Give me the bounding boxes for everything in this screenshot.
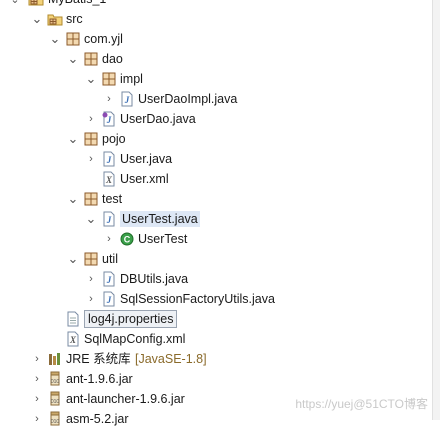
expand-chevron-icon[interactable]: › bbox=[84, 109, 98, 129]
package-icon bbox=[83, 131, 99, 147]
expand-chevron-icon[interactable]: › bbox=[30, 409, 44, 429]
tree-item[interactable]: › J UserDao.java bbox=[0, 109, 432, 129]
tree-item[interactable]: › 010 ant-1.9.6.jar bbox=[0, 369, 432, 389]
tree-item-label: impl bbox=[120, 72, 143, 86]
package-icon bbox=[83, 51, 99, 67]
class-icon: C bbox=[119, 231, 135, 247]
expand-chevron-icon[interactable]: › bbox=[84, 289, 98, 309]
svg-text:J: J bbox=[106, 275, 112, 285]
svg-text:010: 010 bbox=[51, 399, 60, 405]
svg-text:X: X bbox=[69, 335, 77, 345]
expand-chevron-icon[interactable]: › bbox=[84, 269, 98, 289]
jar-icon: 010 bbox=[47, 411, 63, 427]
properties-file-icon bbox=[65, 311, 81, 327]
collapse-chevron-icon[interactable]: ⌄ bbox=[84, 209, 98, 229]
tree-item-label: UserDaoImpl.java bbox=[138, 92, 238, 106]
watermark: https://yuej@51CTO博客 bbox=[295, 397, 428, 411]
tree-item[interactable]: ⌄ test bbox=[0, 189, 432, 209]
expand-chevron-icon[interactable]: › bbox=[102, 229, 116, 249]
vertical-scrollbar[interactable] bbox=[432, 0, 440, 420]
tree-item[interactable]: ⌄ dao bbox=[0, 49, 432, 69]
library-icon bbox=[47, 351, 63, 367]
collapse-chevron-icon[interactable]: ⌄ bbox=[66, 129, 80, 149]
collapse-chevron-icon[interactable]: ⌄ bbox=[48, 29, 62, 49]
tree-item-label: ant-launcher-1.9.6.jar bbox=[66, 392, 185, 406]
tree-item[interactable]: ⌄ src bbox=[0, 9, 432, 29]
tree-item-decoration: [JavaSE-1.8] bbox=[135, 352, 207, 366]
expand-chevron-icon[interactable]: › bbox=[84, 149, 98, 169]
project-icon bbox=[28, 0, 44, 7]
tree-item-label: UserTest.java bbox=[120, 211, 200, 227]
collapse-chevron-icon[interactable]: ⌄ bbox=[8, 0, 22, 9]
expand-chevron-icon[interactable]: › bbox=[30, 389, 44, 409]
tree-item-label: test bbox=[102, 192, 123, 206]
java-file-icon: J bbox=[101, 271, 117, 287]
tree-item-label: SqlMapConfig.xml bbox=[84, 332, 186, 346]
project-explorer-tree: ⌄MyBatis_1⌄src⌄com.yjl⌄dao⌄impl›JUserDao… bbox=[0, 0, 440, 426]
project-label: MyBatis_1 bbox=[48, 0, 106, 7]
tree-item-label: log4j.properties bbox=[84, 310, 178, 328]
svg-text:J: J bbox=[106, 215, 112, 225]
tree-item-label: dao bbox=[102, 52, 123, 66]
jar-icon: 010 bbox=[47, 371, 63, 387]
svg-text:X: X bbox=[105, 175, 113, 185]
xml-file-icon: X bbox=[65, 331, 81, 347]
collapse-chevron-icon[interactable]: ⌄ bbox=[66, 49, 80, 69]
collapse-chevron-icon[interactable]: ⌄ bbox=[66, 249, 80, 269]
tree-item-label: pojo bbox=[102, 132, 126, 146]
tree-item[interactable]: X SqlMapConfig.xml bbox=[0, 329, 432, 349]
java-interface-icon: J bbox=[101, 111, 117, 127]
tree-item-label: src bbox=[66, 12, 83, 26]
svg-text:010: 010 bbox=[51, 379, 60, 385]
source-folder-icon bbox=[47, 11, 63, 27]
tree-item-label: util bbox=[102, 252, 118, 266]
expand-chevron-icon[interactable]: › bbox=[30, 349, 44, 369]
tree-item-label: DBUtils.java bbox=[120, 272, 189, 286]
tree-item[interactable]: ⌄ com.yjl bbox=[0, 29, 432, 49]
java-file-icon: J bbox=[101, 291, 117, 307]
svg-text:J: J bbox=[106, 155, 112, 165]
tree-item-label: SqlSessionFactoryUtils.java bbox=[120, 292, 275, 306]
expand-chevron-icon[interactable]: › bbox=[30, 369, 44, 389]
java-file-icon: J bbox=[119, 91, 135, 107]
tree-item[interactable]: ⌄ J UserTest.java bbox=[0, 209, 432, 229]
jar-icon: 010 bbox=[47, 391, 63, 407]
svg-text:J: J bbox=[124, 95, 130, 105]
java-file-icon: J bbox=[101, 211, 117, 227]
expand-chevron-icon[interactable]: › bbox=[102, 89, 116, 109]
tree-item[interactable]: X User.xml bbox=[0, 169, 432, 189]
tree-item-label: User.java bbox=[120, 152, 173, 166]
package-icon bbox=[101, 71, 117, 87]
tree-item[interactable]: ⌄ util bbox=[0, 249, 432, 269]
tree-item[interactable]: › JRE 系统库 [JavaSE-1.8] bbox=[0, 349, 432, 369]
package-icon bbox=[65, 31, 81, 47]
tree-item[interactable]: ⌄ pojo bbox=[0, 129, 432, 149]
tree-item-project[interactable]: ⌄ MyBatis_1 bbox=[0, 0, 432, 9]
tree-item-label: asm-5.2.jar bbox=[66, 412, 129, 426]
tree-item[interactable]: log4j.properties bbox=[0, 309, 432, 329]
collapse-chevron-icon[interactable]: ⌄ bbox=[30, 9, 44, 29]
tree-item-label: UserDao.java bbox=[120, 112, 196, 126]
tree-item-label: User.xml bbox=[120, 172, 169, 186]
tree-item[interactable]: › J UserDaoImpl.java bbox=[0, 89, 432, 109]
tree-item-label: UserTest bbox=[138, 232, 188, 246]
tree-item[interactable]: › C UserTest bbox=[0, 229, 432, 249]
package-icon bbox=[83, 191, 99, 207]
xml-file-icon: X bbox=[101, 171, 117, 187]
tree-item[interactable]: › 010 asm-5.2.jar bbox=[0, 409, 432, 429]
tree-item[interactable]: › J User.java bbox=[0, 149, 432, 169]
tree-item[interactable]: › J DBUtils.java bbox=[0, 269, 432, 289]
tree-item-label: com.yjl bbox=[84, 32, 123, 46]
package-icon bbox=[83, 251, 99, 267]
tree-item[interactable]: ⌄ impl bbox=[0, 69, 432, 89]
collapse-chevron-icon[interactable]: ⌄ bbox=[66, 189, 80, 209]
java-file-icon: J bbox=[101, 151, 117, 167]
tree-item[interactable]: › J SqlSessionFactoryUtils.java bbox=[0, 289, 432, 309]
svg-text:J: J bbox=[106, 295, 112, 305]
collapse-chevron-icon[interactable]: ⌄ bbox=[84, 69, 98, 89]
svg-text:C: C bbox=[124, 235, 131, 245]
tree-item-label: ant-1.9.6.jar bbox=[66, 372, 133, 386]
tree-item-label: JRE 系统库 bbox=[66, 352, 131, 366]
